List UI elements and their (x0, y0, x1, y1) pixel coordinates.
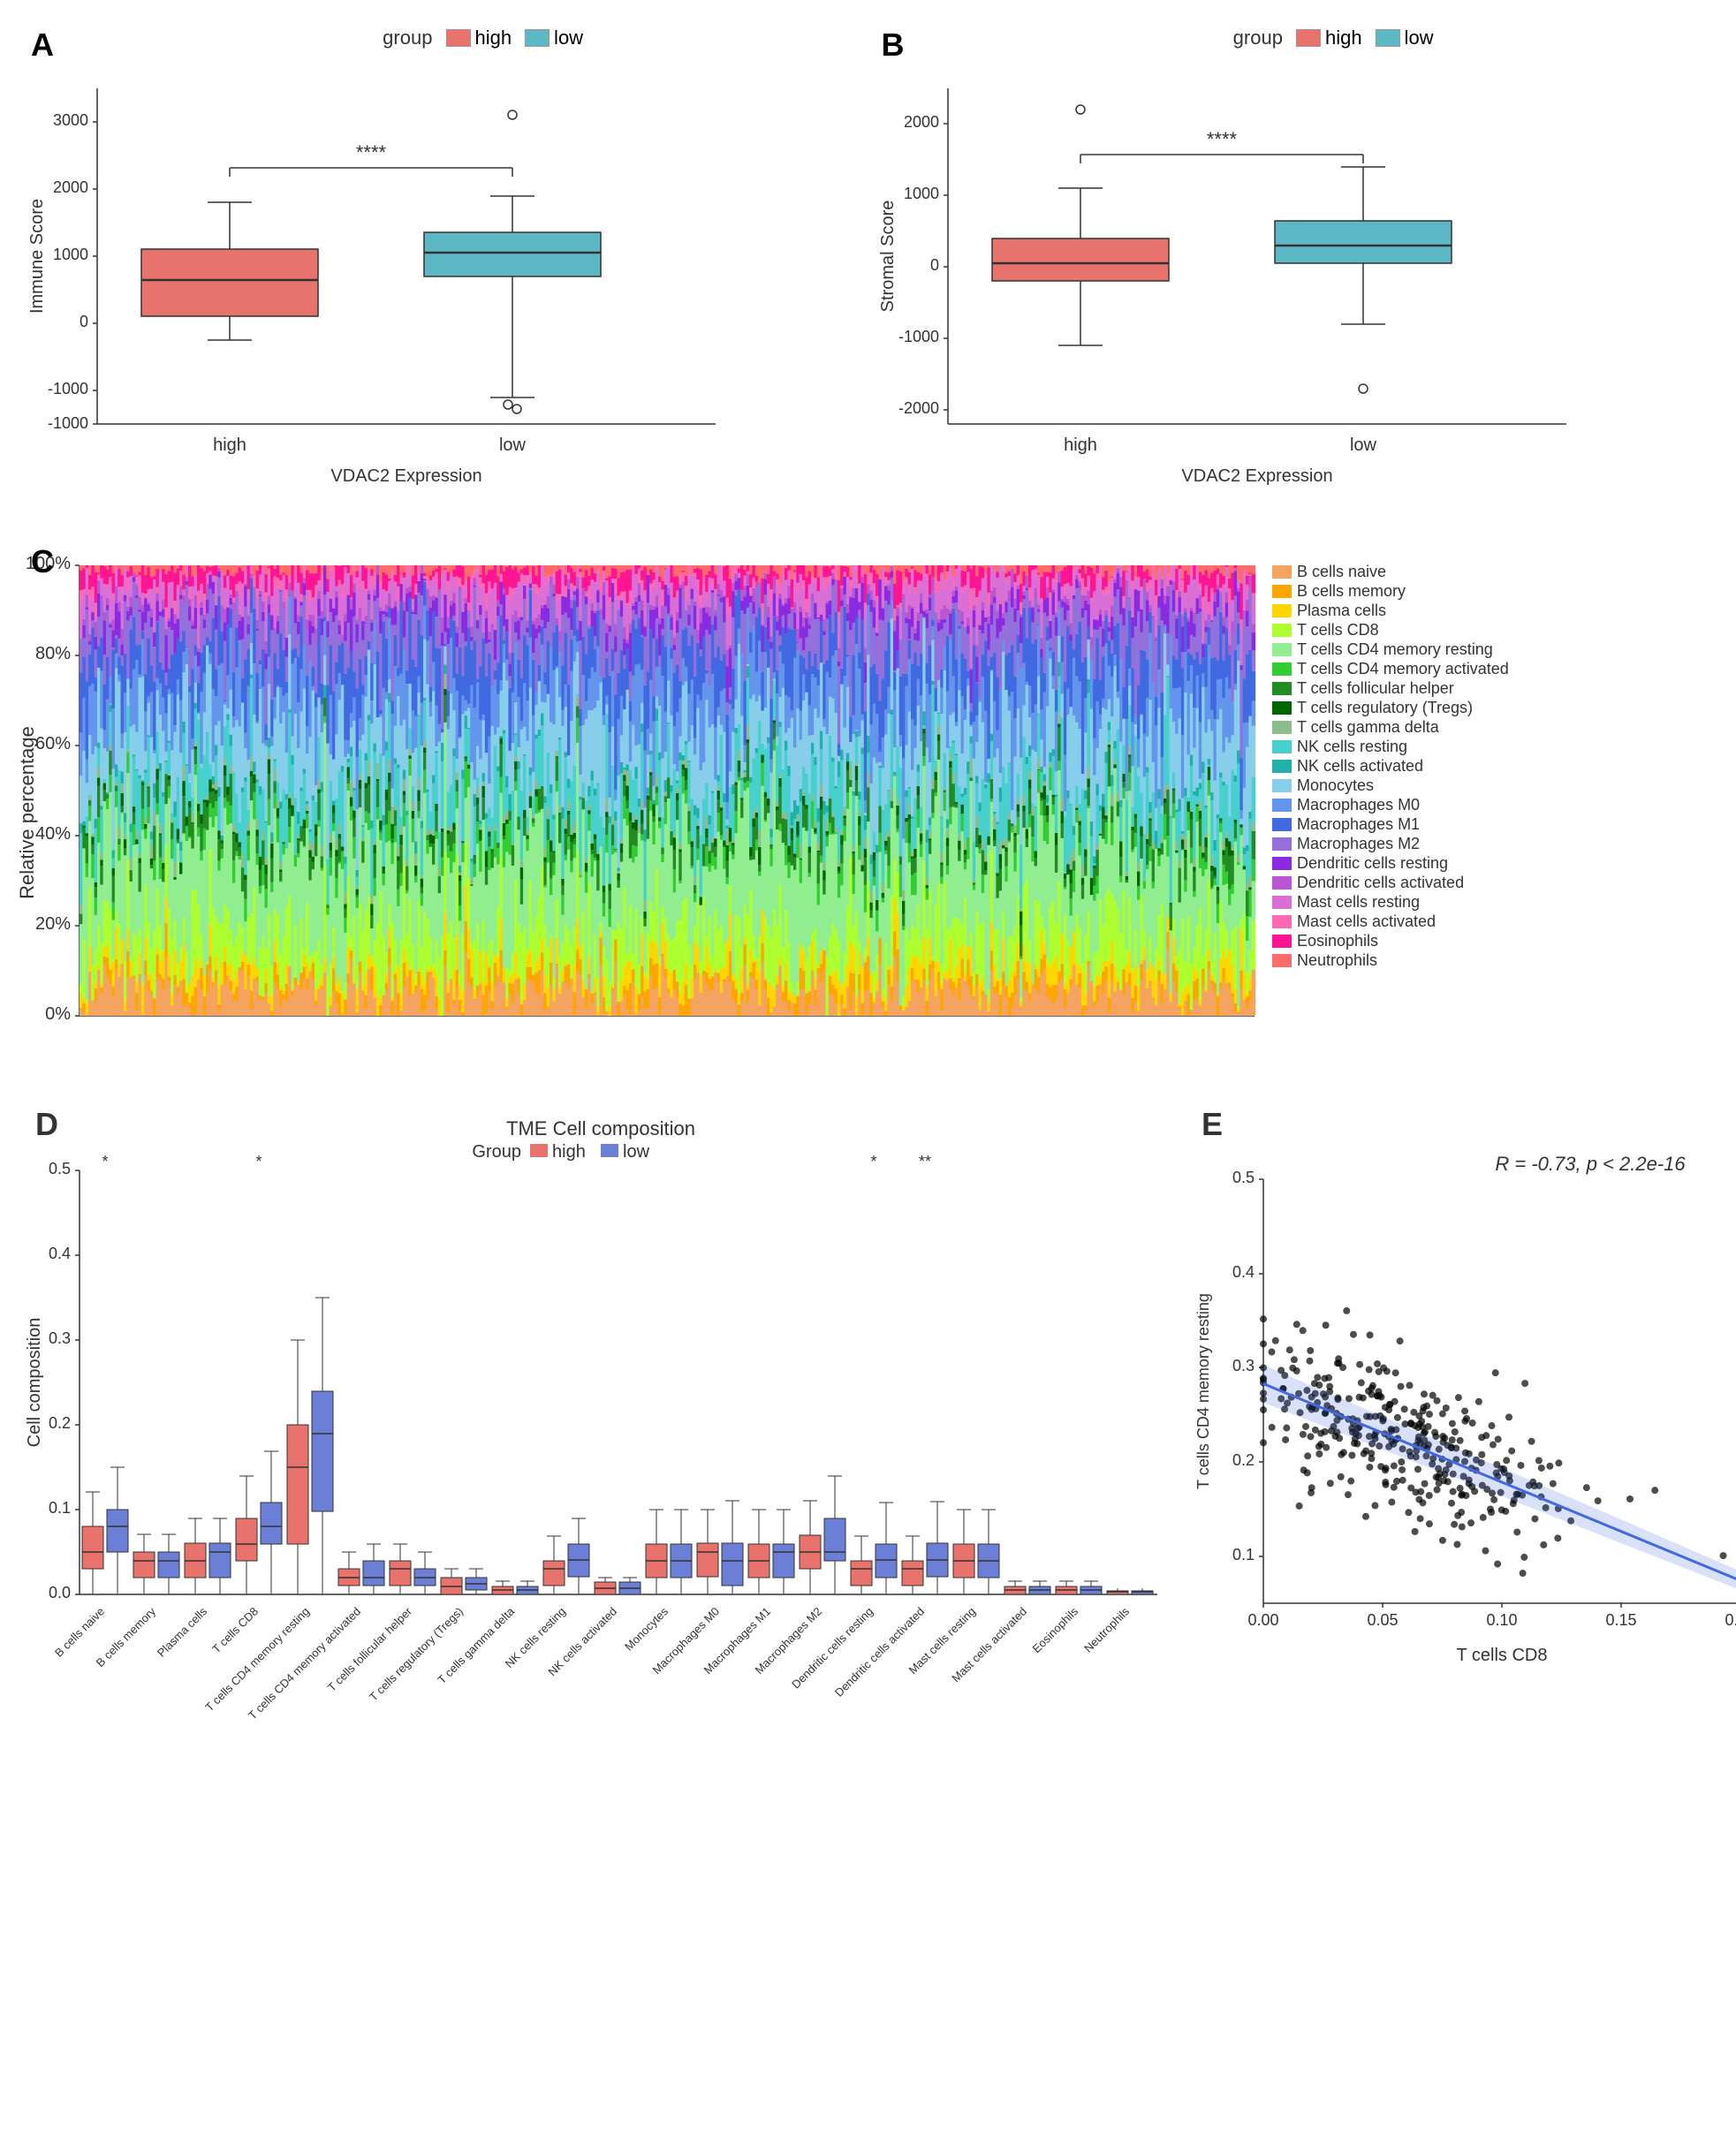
svg-text:low: low (499, 435, 527, 455)
svg-text:VDAC2 Expression: VDAC2 Expression (1181, 466, 1332, 486)
svg-text:2000: 2000 (903, 113, 938, 131)
panel-b-chart: -2000 -1000 0 1000 2000 high low (877, 71, 1672, 512)
svg-text:60%: 60% (35, 734, 71, 753)
svg-text:-1000: -1000 (48, 380, 88, 397)
panel-b-high-label: high (1325, 26, 1362, 49)
panel-a-high-box (445, 29, 470, 47)
panel-c: C Relative percentage 0% 20% 40% 60% (18, 539, 1718, 1073)
svg-text:-1000: -1000 (48, 414, 88, 432)
svg-text:2000: 2000 (53, 178, 88, 196)
svg-text:3000: 3000 (53, 111, 88, 129)
panel-e-chart: E R = -0.73, p < 2.2e-16 0.00 0.05 0.10 (1193, 1100, 1736, 1718)
svg-text:-2000: -2000 (898, 399, 938, 417)
panel-a: A group high low (18, 18, 868, 521)
panel-a-high-boxplot (141, 202, 318, 340)
panel-b-legend-low: low (1376, 26, 1434, 49)
svg-text:high: high (213, 435, 246, 455)
panel-b-low-label: low (1405, 26, 1434, 49)
svg-text:Immune Score: Immune Score (27, 199, 47, 314)
bottom-row: D TME Cell composition Group high low (18, 1091, 1718, 1731)
panel-c-chart: Relative percentage 0% 20% 40% 60% 80% (18, 539, 1736, 1069)
svg-text:0: 0 (929, 256, 938, 274)
panel-c-label: C (31, 543, 54, 580)
svg-text:****: **** (1206, 128, 1237, 150)
svg-text:40%: 40% (35, 824, 71, 844)
svg-text:Stromal Score: Stromal Score (878, 201, 898, 313)
svg-text:0: 0 (80, 313, 88, 330)
panel-a-legend-high: high (445, 26, 512, 49)
main-container: A group high low (0, 0, 1736, 1749)
panel-b: B group high low (868, 18, 1719, 521)
panel-a-group-label: group (383, 26, 432, 49)
svg-text:0%: 0% (45, 1004, 71, 1024)
svg-text:1000: 1000 (903, 185, 938, 202)
svg-text:1000: 1000 (53, 246, 88, 263)
panel-a-low-label: low (554, 26, 583, 49)
panel-d-chart: D TME Cell composition Group high low (27, 1100, 1175, 1718)
svg-text:VDAC2 Expression: VDAC2 Expression (330, 466, 481, 486)
panel-a-chart: -1000 -1000 0 1000 2000 3000 (27, 71, 822, 512)
panel-a-significance: **** (230, 141, 512, 177)
panel-a-high-label: high (474, 26, 512, 49)
panel-b-legend-high: high (1296, 26, 1362, 49)
svg-text:80%: 80% (35, 644, 71, 663)
top-row: A group high low (18, 18, 1718, 521)
svg-text:low: low (1349, 435, 1376, 455)
panel-b-group-label: group (1233, 26, 1283, 49)
panel-e: E R = -0.73, p < 2.2e-16 0.00 0.05 0.10 (1184, 1091, 1736, 1731)
panel-d: D TME Cell composition Group high low (18, 1091, 1184, 1731)
svg-text:high: high (1064, 435, 1097, 455)
svg-text:-1000: -1000 (898, 328, 938, 345)
panel-a-low-boxplot (424, 110, 601, 413)
panel-c-legend: B cells naive B cells memory Plasma cell… (1272, 563, 1509, 969)
svg-text:20%: 20% (35, 914, 71, 934)
panel-a-legend: group high low (383, 26, 583, 49)
panel-b-high-box (1296, 29, 1321, 47)
panel-b-significance: **** (1080, 128, 1363, 163)
panel-b-low-box (1376, 29, 1400, 47)
panel-a-low-box (525, 29, 550, 47)
panel-b-low-boxplot (1275, 167, 1452, 393)
svg-text:****: **** (356, 141, 387, 163)
panel-a-label: A (31, 26, 54, 64)
panel-b-legend: group high low (1233, 26, 1434, 49)
panel-b-label: B (882, 26, 905, 64)
panel-b-high-boxplot (992, 105, 1169, 345)
panel-a-legend-low: low (525, 26, 583, 49)
